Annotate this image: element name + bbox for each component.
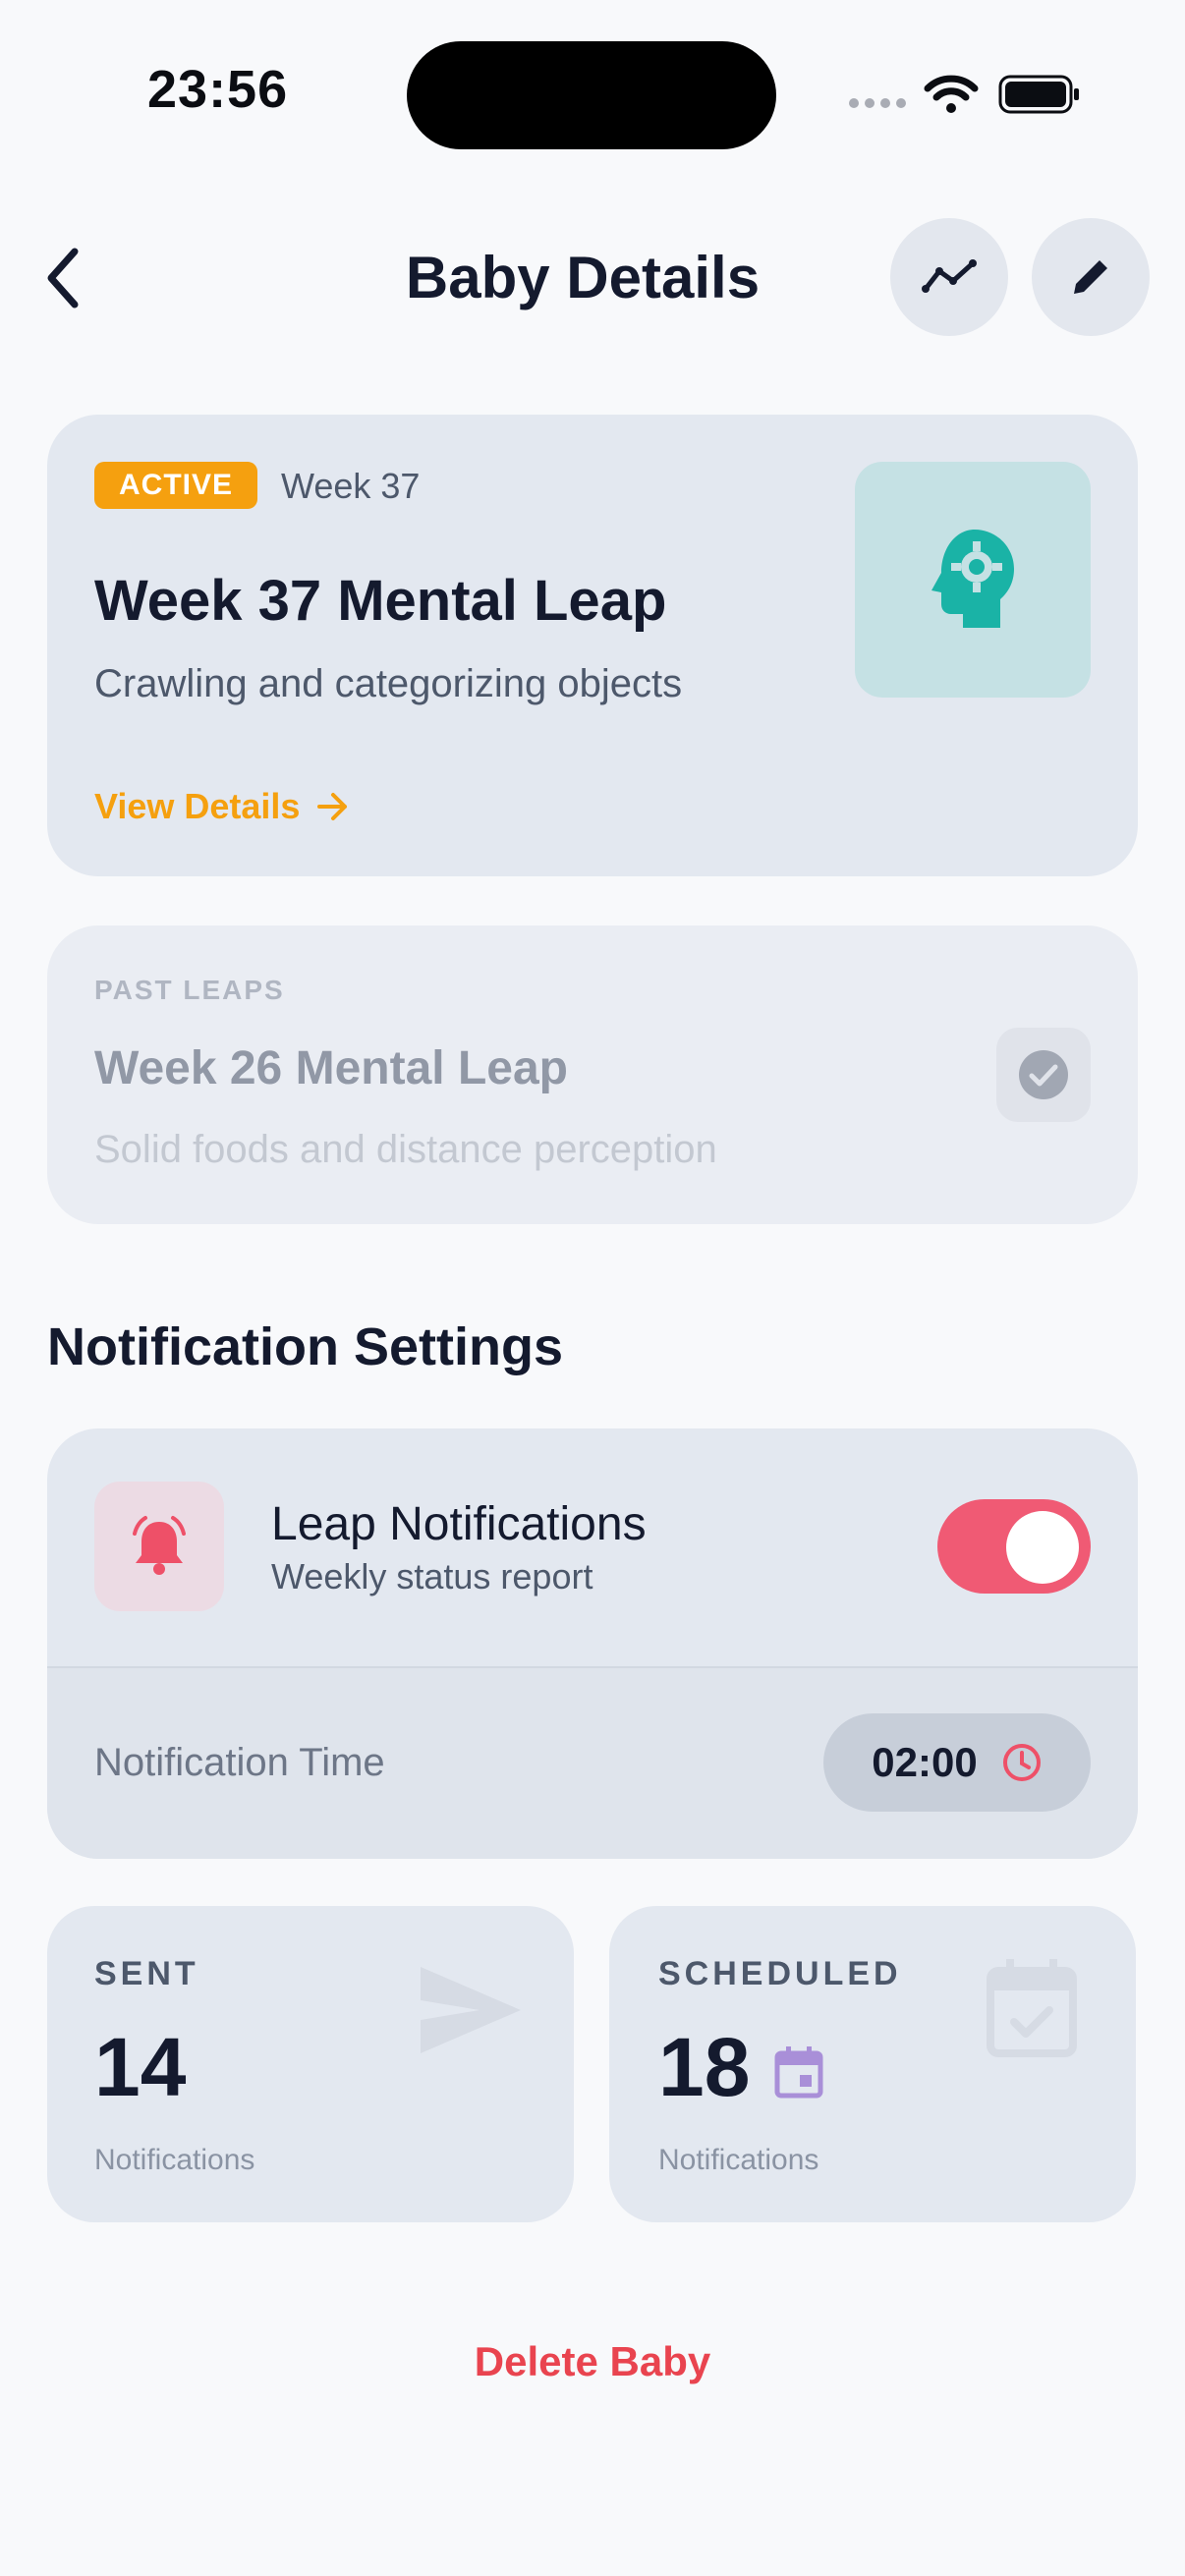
view-details-link[interactable]: View Details: [94, 786, 351, 827]
bell-tile: [94, 1482, 224, 1611]
wifi-icon: [924, 75, 979, 113]
calendar-icon: [774, 2046, 823, 2099]
notification-title: Leap Notifications: [271, 1498, 647, 1550]
sent-count: 14: [94, 2021, 187, 2113]
sent-label: SENT: [94, 1955, 199, 1992]
past-leap-subtitle: Solid foods and distance perception: [94, 1128, 717, 1171]
active-leap-title: Week 37 Mental Leap: [94, 569, 667, 633]
past-leaps-label: PAST LEAPS: [94, 975, 285, 1005]
paper-plane-icon: [421, 1967, 521, 2053]
completed-check-tile: [996, 1028, 1091, 1122]
dynamic-island: [407, 41, 776, 149]
brain-head-tile: [855, 462, 1091, 698]
active-leap-subtitle: Crawling and categorizing objects: [94, 662, 683, 705]
scheduled-count: 18: [658, 2021, 751, 2113]
clock-icon: [1002, 1744, 1041, 1781]
trend-button[interactable]: [890, 218, 1008, 336]
status-time: 23:56: [147, 60, 289, 119]
arrow-right-icon: [317, 793, 348, 820]
toggle-knob: [1006, 1511, 1079, 1584]
sent-footer: Notifications: [94, 2144, 255, 2176]
view-details-label: View Details: [94, 786, 301, 826]
past-leap-title: Week 26 Mental Leap: [94, 1042, 568, 1094]
delete-baby-button[interactable]: Delete Baby: [0, 2338, 1185, 2385]
notification-time-label: Notification Time: [94, 1741, 385, 1784]
section-title: Notification Settings: [47, 1317, 563, 1376]
scheduled-label: SCHEDULED: [658, 1955, 902, 1992]
head-gear-icon: [931, 530, 1014, 628]
battery-icon: [998, 75, 1079, 114]
pencil-icon: [1074, 260, 1107, 294]
active-leap-week: Week 37: [281, 466, 421, 506]
notification-time-value: 02:00: [872, 1739, 978, 1785]
cellular-signal-icon: [849, 98, 908, 112]
notification-time-picker[interactable]: 02:00: [823, 1713, 1091, 1812]
active-badge: ACTIVE: [94, 462, 257, 509]
bell-ring-icon: [133, 1516, 186, 1575]
trend-line-icon: [922, 259, 977, 293]
scheduled-footer: Notifications: [658, 2144, 819, 2176]
notification-subtitle: Weekly status report: [271, 1556, 593, 1596]
edit-button[interactable]: [1032, 218, 1150, 336]
check-circle-icon: [1019, 1050, 1068, 1099]
calendar-check-icon-background: [987, 1959, 1077, 2057]
